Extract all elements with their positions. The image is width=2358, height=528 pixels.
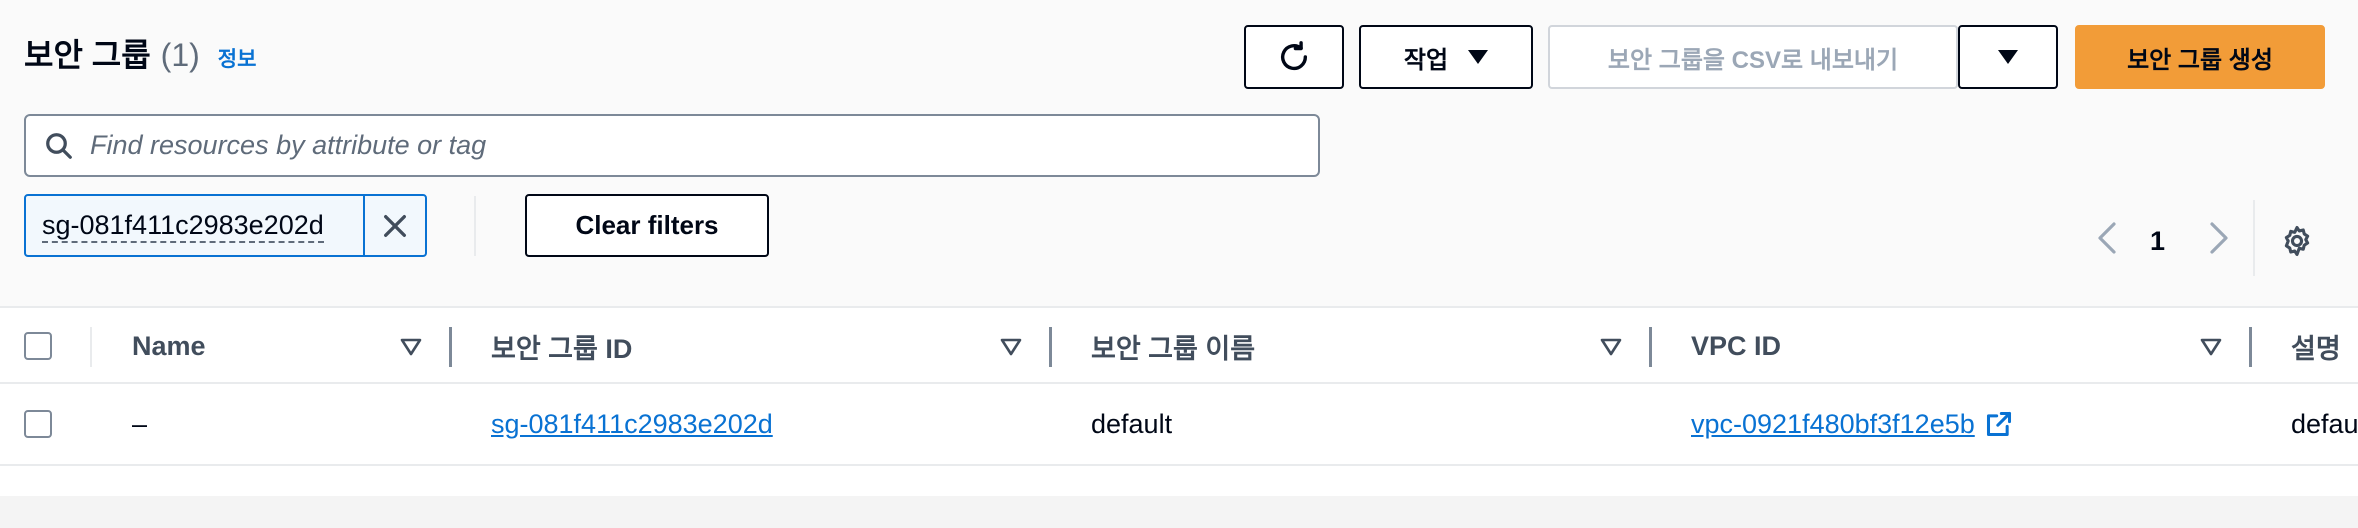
security-group-id-link[interactable]: sg-081f411c2983e202d <box>491 384 773 464</box>
table-row[interactable]: – sg-081f411c2983e202d default vpc-0921f… <box>0 384 2358 466</box>
row-checkbox[interactable] <box>24 410 52 438</box>
external-link-icon[interactable] <box>1985 410 2013 438</box>
column-divider[interactable] <box>449 327 452 367</box>
close-icon <box>384 214 406 237</box>
table-footer <box>0 496 2358 528</box>
column-header-sg-name[interactable]: 보안 그룹 이름 <box>1091 308 1255 384</box>
column-header-name[interactable]: Name <box>132 308 206 384</box>
vpc-id-link[interactable]: vpc-0921f480bf3f12e5b <box>1691 409 1975 440</box>
info-link[interactable]: 정보 <box>218 43 257 73</box>
clear-filters-button[interactable]: Clear filters <box>525 194 769 257</box>
filter-token-value: sg-081f411c2983e202d <box>42 209 324 243</box>
search-filter-box[interactable] <box>24 114 1320 177</box>
gear-icon[interactable] <box>2280 224 2314 258</box>
cell-name: – <box>132 408 148 439</box>
export-csv-button[interactable]: 보안 그룹을 CSV로 내보내기 <box>1548 25 1958 89</box>
export-csv-label: 보안 그룹을 CSV로 내보내기 <box>1607 46 1899 74</box>
cell-description: defau <box>2291 408 2358 439</box>
sort-icon[interactable] <box>1600 338 1622 356</box>
cell-security-group-name: default <box>1091 408 1173 439</box>
vpc-id-cell[interactable]: vpc-0921f480bf3f12e5b <box>1691 384 2013 464</box>
actions-dropdown-button[interactable]: 작업 <box>1359 25 1533 89</box>
item-count: (1) <box>160 37 200 73</box>
next-page-icon[interactable] <box>2204 218 2234 258</box>
divider <box>474 196 476 256</box>
caret-down-icon <box>1468 50 1489 64</box>
create-label: 보안 그룹 생성 <box>2127 46 2273 74</box>
export-dropdown-button[interactable] <box>1958 25 2058 89</box>
column-divider <box>90 327 92 367</box>
sort-icon[interactable] <box>400 338 422 356</box>
column-header-sg-id[interactable]: 보안 그룹 ID <box>491 308 632 384</box>
previous-page-icon[interactable] <box>2092 218 2122 258</box>
page-title: 보안 그룹 <box>24 37 151 73</box>
column-header-description[interactable]: 설명 <box>2291 308 2341 384</box>
column-header-vpc-id[interactable]: VPC ID <box>1691 308 1781 384</box>
caret-down-icon <box>1998 50 2018 64</box>
page-header: 보안 그룹 (1) 정보 <box>24 30 256 76</box>
column-divider[interactable] <box>1649 327 1652 367</box>
divider <box>2253 200 2255 276</box>
sort-icon[interactable] <box>2200 338 2222 356</box>
column-divider[interactable] <box>1049 327 1052 367</box>
column-divider[interactable] <box>2249 327 2252 367</box>
search-input[interactable] <box>90 130 1270 161</box>
refresh-button[interactable] <box>1244 25 1344 89</box>
refresh-icon <box>1280 41 1308 71</box>
select-all-checkbox[interactable] <box>24 332 52 360</box>
create-security-group-button[interactable]: 보안 그룹 생성 <box>2075 25 2325 89</box>
sort-icon[interactable] <box>1000 338 1022 356</box>
actions-label: 작업 <box>1403 46 1449 74</box>
current-page-number[interactable]: 1 <box>2150 226 2165 257</box>
remove-filter-button[interactable] <box>363 196 425 255</box>
table-header: Name 보안 그룹 ID 보안 그룹 이름 VPC ID 설명 <box>0 306 2358 384</box>
search-icon <box>46 132 72 159</box>
filter-token[interactable]: sg-081f411c2983e202d <box>24 194 427 257</box>
filter-token-label[interactable]: sg-081f411c2983e202d <box>26 196 363 255</box>
